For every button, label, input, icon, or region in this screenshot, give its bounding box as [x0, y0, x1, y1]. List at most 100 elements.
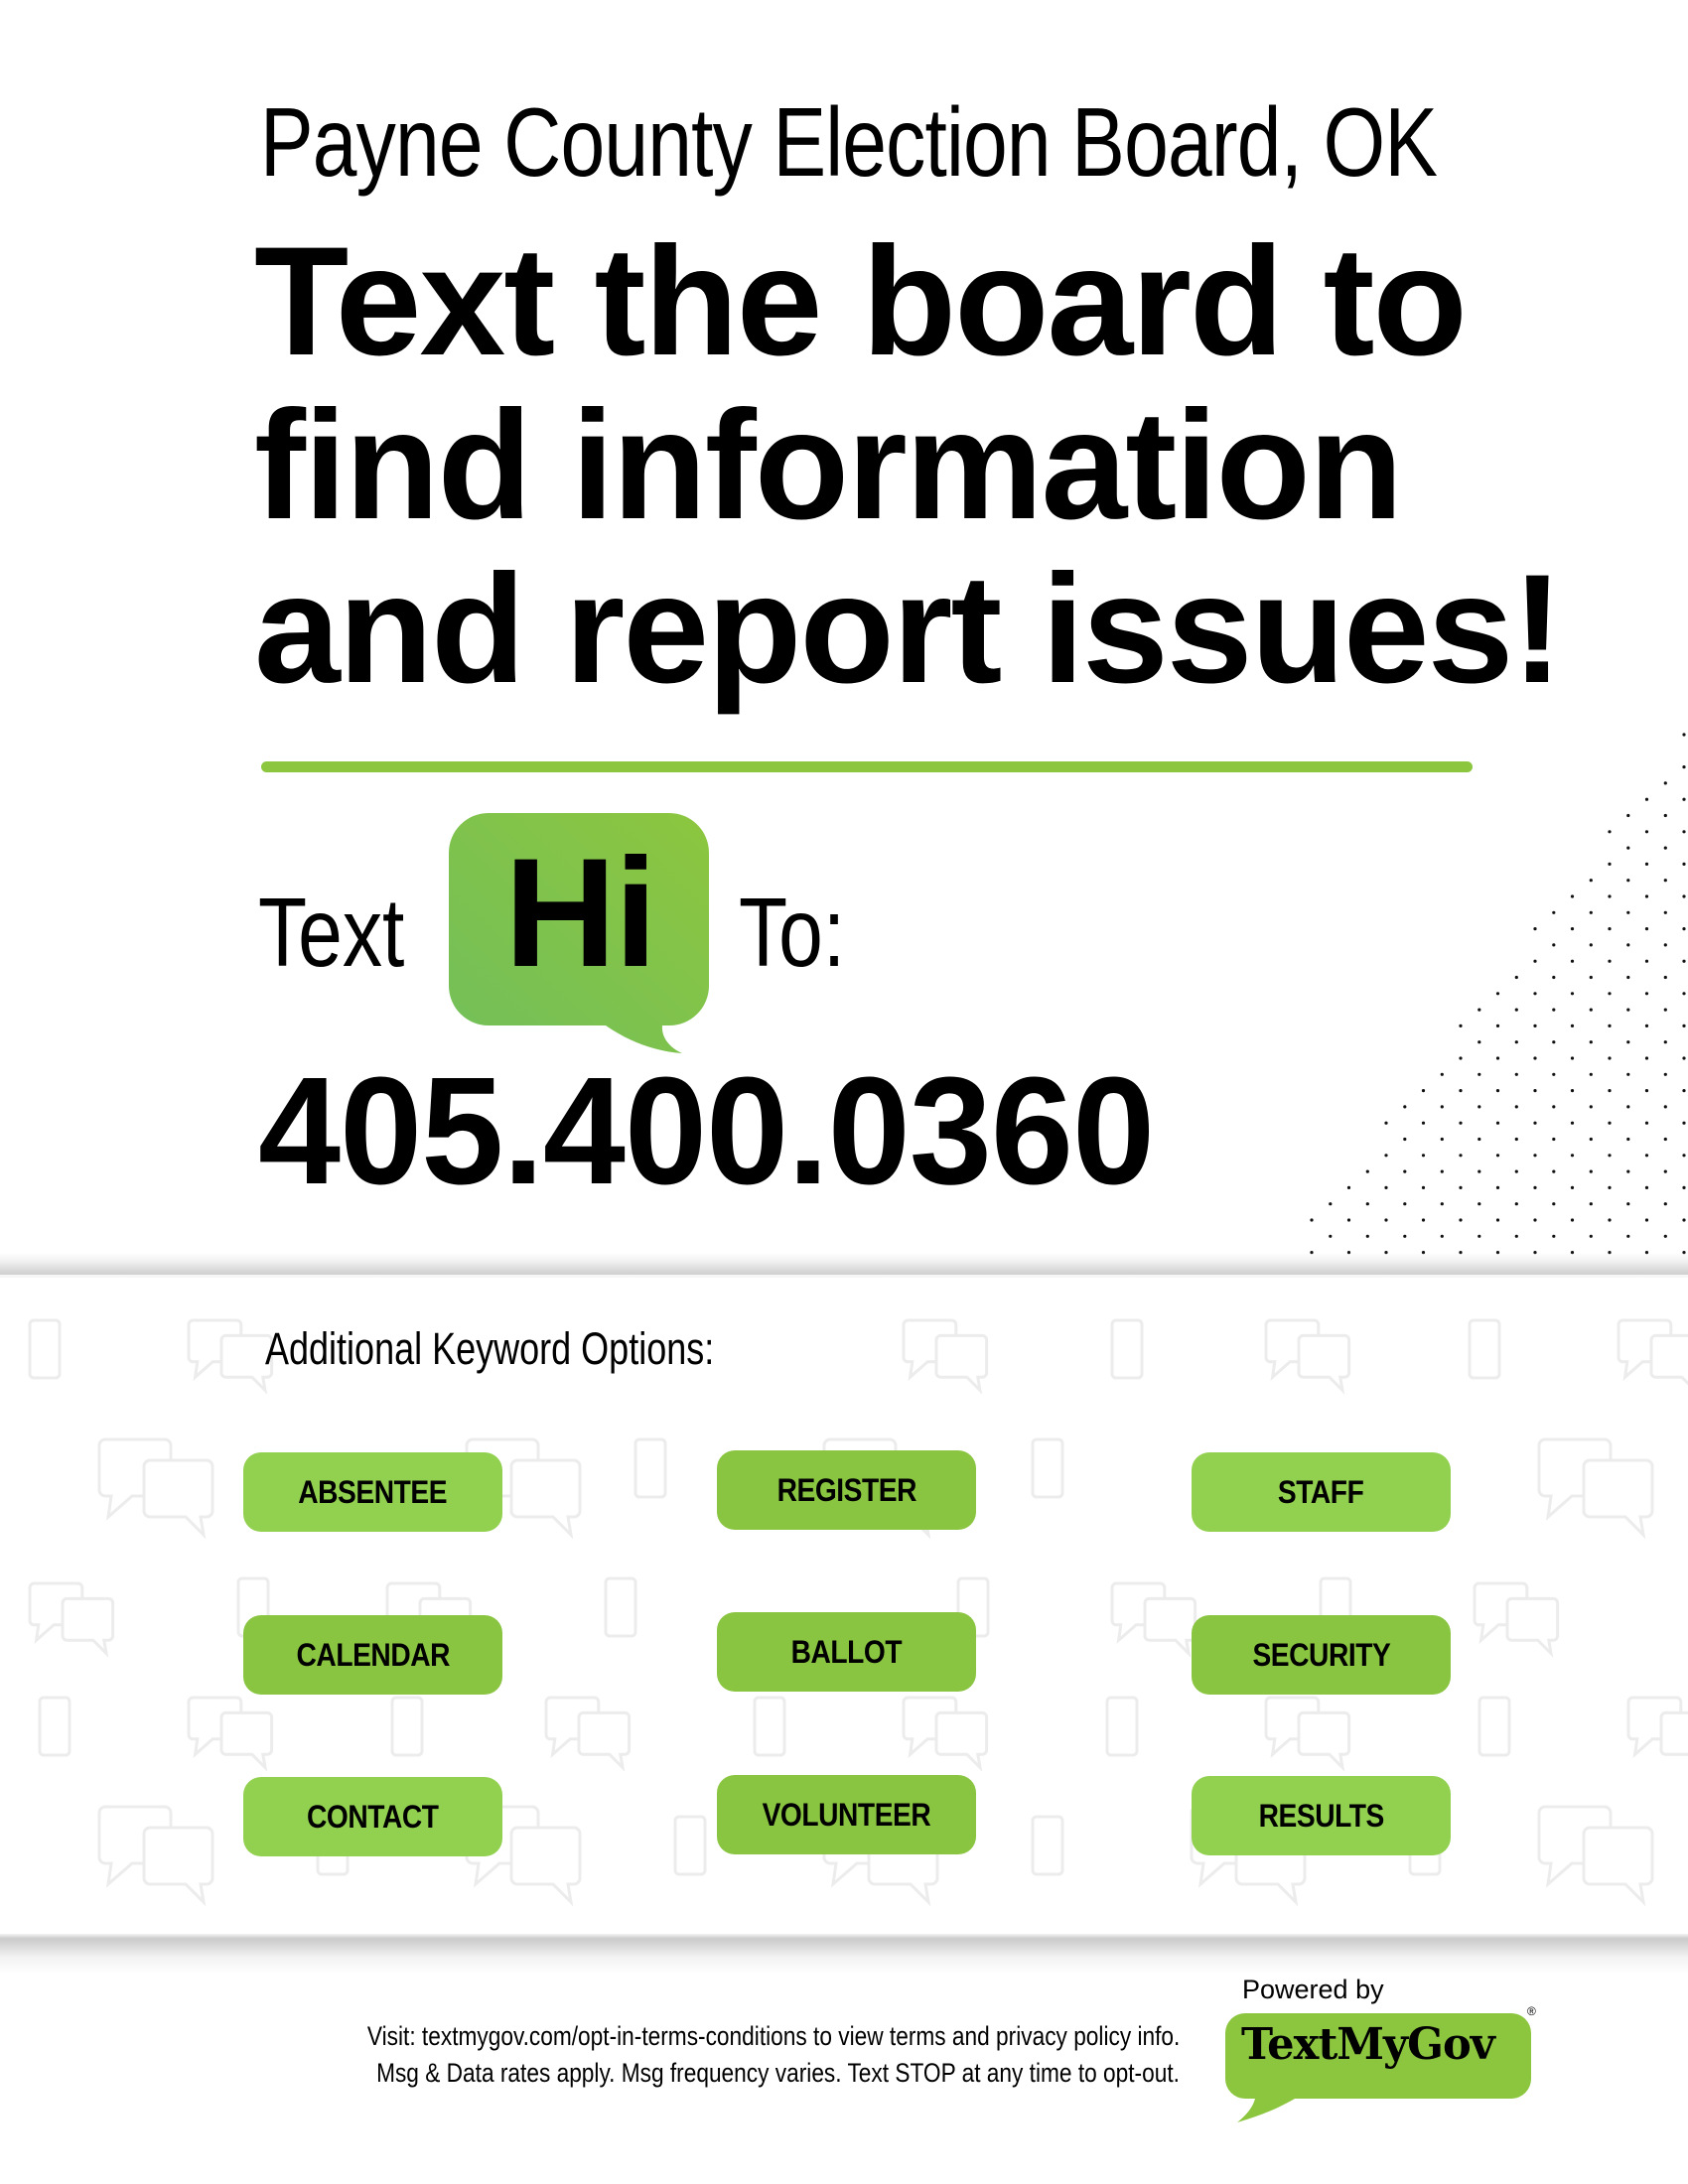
pattern-dot: [1533, 1185, 1537, 1189]
keyword-button-staff[interactable]: STAFF: [1192, 1452, 1451, 1532]
chat-bubbles-icon: [187, 1318, 274, 1395]
pattern-dot: [1552, 1169, 1556, 1173]
pattern-dot: [1403, 1105, 1407, 1109]
pattern-dot: [1682, 927, 1686, 931]
pattern-dot: [1608, 830, 1612, 834]
keyword-button-security[interactable]: SECURITY: [1192, 1615, 1451, 1695]
pattern-dot: [1682, 894, 1686, 898]
pattern-dot: [1626, 943, 1630, 947]
pattern-dot: [1608, 1121, 1612, 1125]
pattern-dot: [1495, 1089, 1500, 1093]
pattern-dot: [1570, 992, 1575, 996]
pattern-dot: [1608, 959, 1612, 963]
pattern-dot: [1552, 1137, 1556, 1142]
pattern-dot: [1644, 862, 1649, 866]
pattern-dot: [1589, 879, 1593, 883]
pattern-dot: [1644, 1218, 1649, 1222]
chat-bubbles-icon: [544, 1696, 632, 1772]
keyword-button-register[interactable]: REGISTER: [717, 1450, 976, 1530]
keyword-button-calendar[interactable]: CALENDAR: [243, 1615, 502, 1695]
pattern-dot: [1608, 927, 1612, 931]
textmygov-logo-text[interactable]: TextMyGov: [1241, 2023, 1495, 2067]
pattern-dot: [1644, 1121, 1649, 1125]
pattern-dot: [1663, 1040, 1667, 1044]
pattern-dot: [1608, 992, 1612, 996]
chat-bubbles-icon: [1537, 1437, 1654, 1540]
pattern-dot: [1514, 1008, 1518, 1012]
pattern-dot: [1440, 1137, 1444, 1142]
phone-number[interactable]: 405.400.0360: [258, 1054, 1155, 1207]
phone-outline-icon: [1031, 1437, 1064, 1499]
pattern-dot: [1626, 1137, 1630, 1142]
phone-outline-icon: [1110, 1318, 1144, 1380]
keyword-button-results[interactable]: RESULTS: [1192, 1776, 1451, 1855]
phone-outline-icon: [28, 1318, 62, 1380]
pattern-dot: [1570, 1024, 1575, 1027]
chat-bubbles-icon: [187, 1696, 274, 1772]
pattern-dot: [1589, 1072, 1593, 1076]
pattern-dot: [1440, 1234, 1444, 1238]
pattern-dot: [1459, 1154, 1463, 1158]
pattern-dot: [1663, 1137, 1667, 1142]
cta-keyword: Hi: [504, 827, 657, 1000]
pattern-dot: [1626, 1105, 1630, 1109]
cta-text-suffix: To:: [739, 878, 846, 987]
pattern-dot: [1663, 879, 1667, 883]
chat-bubbles-icon: [1264, 1696, 1351, 1772]
pattern-dot: [1626, 975, 1630, 980]
pattern-dot: [1663, 1072, 1667, 1076]
pattern-dot: [1329, 1234, 1333, 1238]
keyword-button-absentee[interactable]: ABSENTEE: [243, 1452, 502, 1532]
pattern-dot: [1644, 894, 1649, 898]
pattern-dot: [1589, 943, 1593, 947]
pattern-dot: [1514, 1137, 1518, 1142]
pattern-dot: [1440, 1169, 1444, 1173]
phone-outline-icon: [633, 1437, 667, 1499]
pattern-dot: [1682, 1056, 1686, 1060]
pattern-dot: [1533, 1089, 1537, 1093]
pattern-dot: [1514, 1040, 1518, 1044]
pattern-dot: [1682, 959, 1686, 963]
pattern-dot: [1682, 1089, 1686, 1093]
pattern-dot: [1682, 1121, 1686, 1125]
pattern-dot: [1589, 1169, 1593, 1173]
pattern-dot: [1589, 1040, 1593, 1044]
pattern-dot: [1477, 1137, 1481, 1142]
pattern-dot: [1440, 1202, 1444, 1206]
pattern-dot: [1421, 1218, 1426, 1222]
keyword-label: VOLUNTEER: [762, 1796, 931, 1833]
pattern-dot: [1477, 1169, 1481, 1173]
keyword-button-ballot[interactable]: BALLOT: [717, 1612, 976, 1692]
pattern-dot: [1589, 1105, 1593, 1109]
pattern-dot: [1365, 1234, 1369, 1238]
keyword-label: CONTACT: [307, 1798, 439, 1835]
phone-outline-icon: [604, 1576, 637, 1638]
pattern-dot: [1495, 1056, 1500, 1060]
pattern-dot: [1626, 910, 1630, 914]
keyword-button-contact[interactable]: CONTACT: [243, 1777, 502, 1856]
pattern-dot: [1384, 1154, 1388, 1158]
pattern-dot: [1626, 846, 1630, 850]
pattern-dot: [1589, 1137, 1593, 1142]
pattern-dot: [1682, 733, 1686, 737]
pattern-dot: [1663, 781, 1667, 785]
pattern-dot: [1663, 1105, 1667, 1109]
keyword-label: REGISTER: [776, 1471, 916, 1508]
phone-outline-icon: [1031, 1815, 1064, 1876]
pattern-dot: [1421, 1185, 1426, 1189]
pattern-dot: [1644, 959, 1649, 963]
pattern-dot: [1644, 1154, 1649, 1158]
pattern-dot: [1570, 1185, 1575, 1189]
pattern-dot: [1552, 943, 1556, 947]
pattern-dot: [1626, 1202, 1630, 1206]
phone-outline-icon: [1477, 1696, 1511, 1757]
phone-outline-icon: [1468, 1318, 1501, 1380]
pattern-dot: [1626, 1169, 1630, 1173]
keyword-label: STAFF: [1278, 1473, 1364, 1510]
phone-outline-icon: [753, 1696, 786, 1757]
pattern-dot: [1682, 1024, 1686, 1027]
keyword-button-volunteer[interactable]: VOLUNTEER: [717, 1775, 976, 1854]
pattern-dot: [1495, 1218, 1500, 1222]
chat-bubbles-icon: [1473, 1581, 1560, 1658]
pattern-dot: [1626, 1008, 1630, 1012]
